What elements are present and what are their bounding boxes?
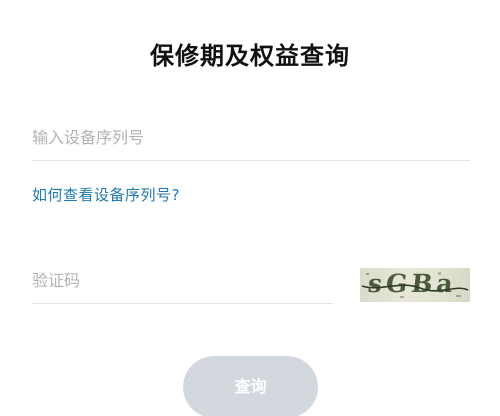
- serial-number-input[interactable]: [32, 115, 470, 161]
- captcha-image[interactable]: sGBa: [360, 268, 470, 302]
- query-button[interactable]: 查询: [183, 356, 318, 416]
- serial-help-link[interactable]: 如何查看设备序列号?: [32, 184, 180, 205]
- warranty-query-page: 保修期及权益查询 如何查看设备序列号? sGBa 查询: [0, 0, 500, 416]
- captcha-input[interactable]: [32, 258, 333, 304]
- page-title: 保修期及权益查询: [150, 42, 350, 70]
- captcha-strike-line: [361, 284, 469, 292]
